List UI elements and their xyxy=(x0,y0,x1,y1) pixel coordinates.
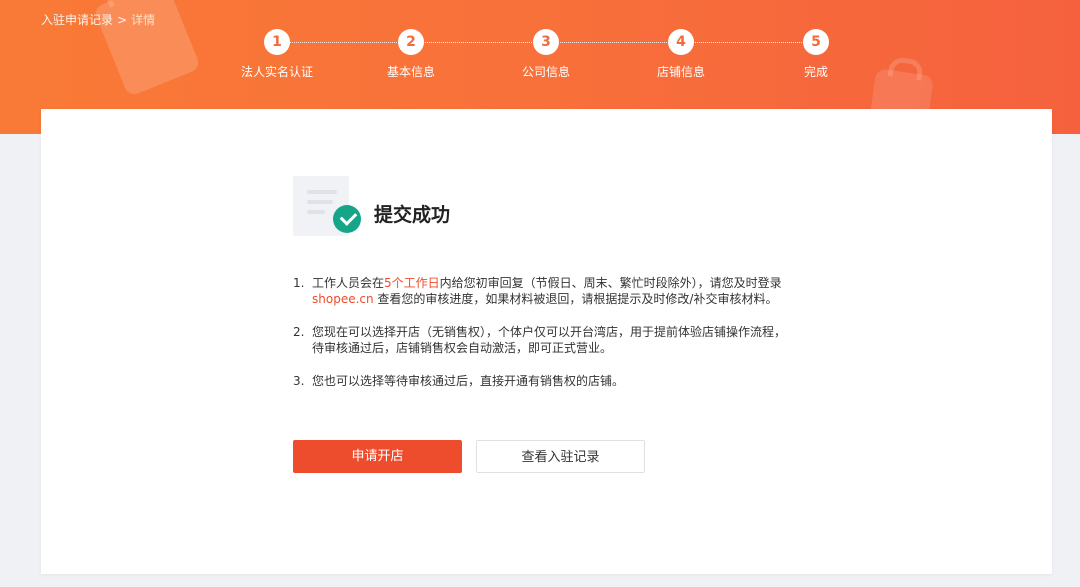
check-circle-icon xyxy=(333,205,361,233)
instruction-number: 1. xyxy=(293,276,305,290)
instruction-text: 工作人员会在 xyxy=(312,276,385,290)
step-number: 1 xyxy=(264,29,290,55)
instruction-line: shopee.cn 查看您的审核进度，如果材料被退回，请根据提示及时修改/补交审… xyxy=(312,291,853,307)
instruction-line: 待审核通过后，店铺销售权会自动激活，即可正式营业。 xyxy=(312,341,613,355)
instruction-line: 工作人员会在5个工作日内给您初审回复（节假日、周末、繁忙时段除外），请您及时登录 xyxy=(312,275,853,291)
instruction-item: 1. 工作人员会在5个工作日内给您初审回复（节假日、周末、繁忙时段除外），请您及… xyxy=(293,275,853,307)
step-label: 完成 xyxy=(803,65,828,79)
shopee-link[interactable]: shopee.cn xyxy=(312,292,374,306)
instruction-item: 3. 您也可以选择等待审核通过后，直接开通有销售权的店铺。 xyxy=(293,373,853,389)
step-number: 4 xyxy=(668,29,694,55)
open-shop-button[interactable]: 申请开店 xyxy=(293,440,462,473)
step-number: 3 xyxy=(533,29,559,55)
instruction-item: 2. 您现在可以选择开店（无销售权），个体户仅可以开台湾店，用于提前体验店铺操作… xyxy=(293,324,853,356)
step-label: 公司信息 xyxy=(521,65,570,79)
instruction-list: 1. 工作人员会在5个工作日内给您初审回复（节假日、周末、繁忙时段除外），请您及… xyxy=(293,275,853,406)
step-2: 2 基本信息 xyxy=(351,29,471,80)
step-number: 2 xyxy=(398,29,424,55)
instruction-text: 查看您的审核进度，如果材料被退回，请根据提示及时修改/补交审核材料。 xyxy=(373,292,778,306)
instruction-number: 2. xyxy=(293,325,305,339)
success-header: 提交成功 xyxy=(293,176,493,246)
instruction-line: 您也可以选择等待审核通过后，直接开通有销售权的店铺。 xyxy=(312,374,625,388)
step-1: 1 法人实名认证 xyxy=(217,29,337,80)
instruction-text: 内给您初审回复（节假日、周末、繁忙时段除外），请您及时登录 xyxy=(439,276,782,290)
step-4: 4 店铺信息 xyxy=(621,29,741,80)
step-label: 法人实名认证 xyxy=(240,65,313,79)
step-label: 店铺信息 xyxy=(656,65,705,79)
step-3: 3 公司信息 xyxy=(486,29,606,80)
view-records-button[interactable]: 查看入驻记录 xyxy=(476,440,645,473)
instruction-line: 您现在可以选择开店（无销售权），个体户仅可以开台湾店，用于提前体验店铺操作流程， xyxy=(312,325,787,339)
success-title: 提交成功 xyxy=(374,204,451,226)
highlight-days: 5个工作日 xyxy=(384,276,440,290)
result-card: 提交成功 1. 工作人员会在5个工作日内给您初审回复（节假日、周末、繁忙时段除外… xyxy=(41,109,1052,574)
step-number: 5 xyxy=(803,29,829,55)
instruction-number: 3. xyxy=(293,374,305,388)
step-5: 5 完成 xyxy=(756,29,876,80)
step-label: 基本信息 xyxy=(386,65,435,79)
